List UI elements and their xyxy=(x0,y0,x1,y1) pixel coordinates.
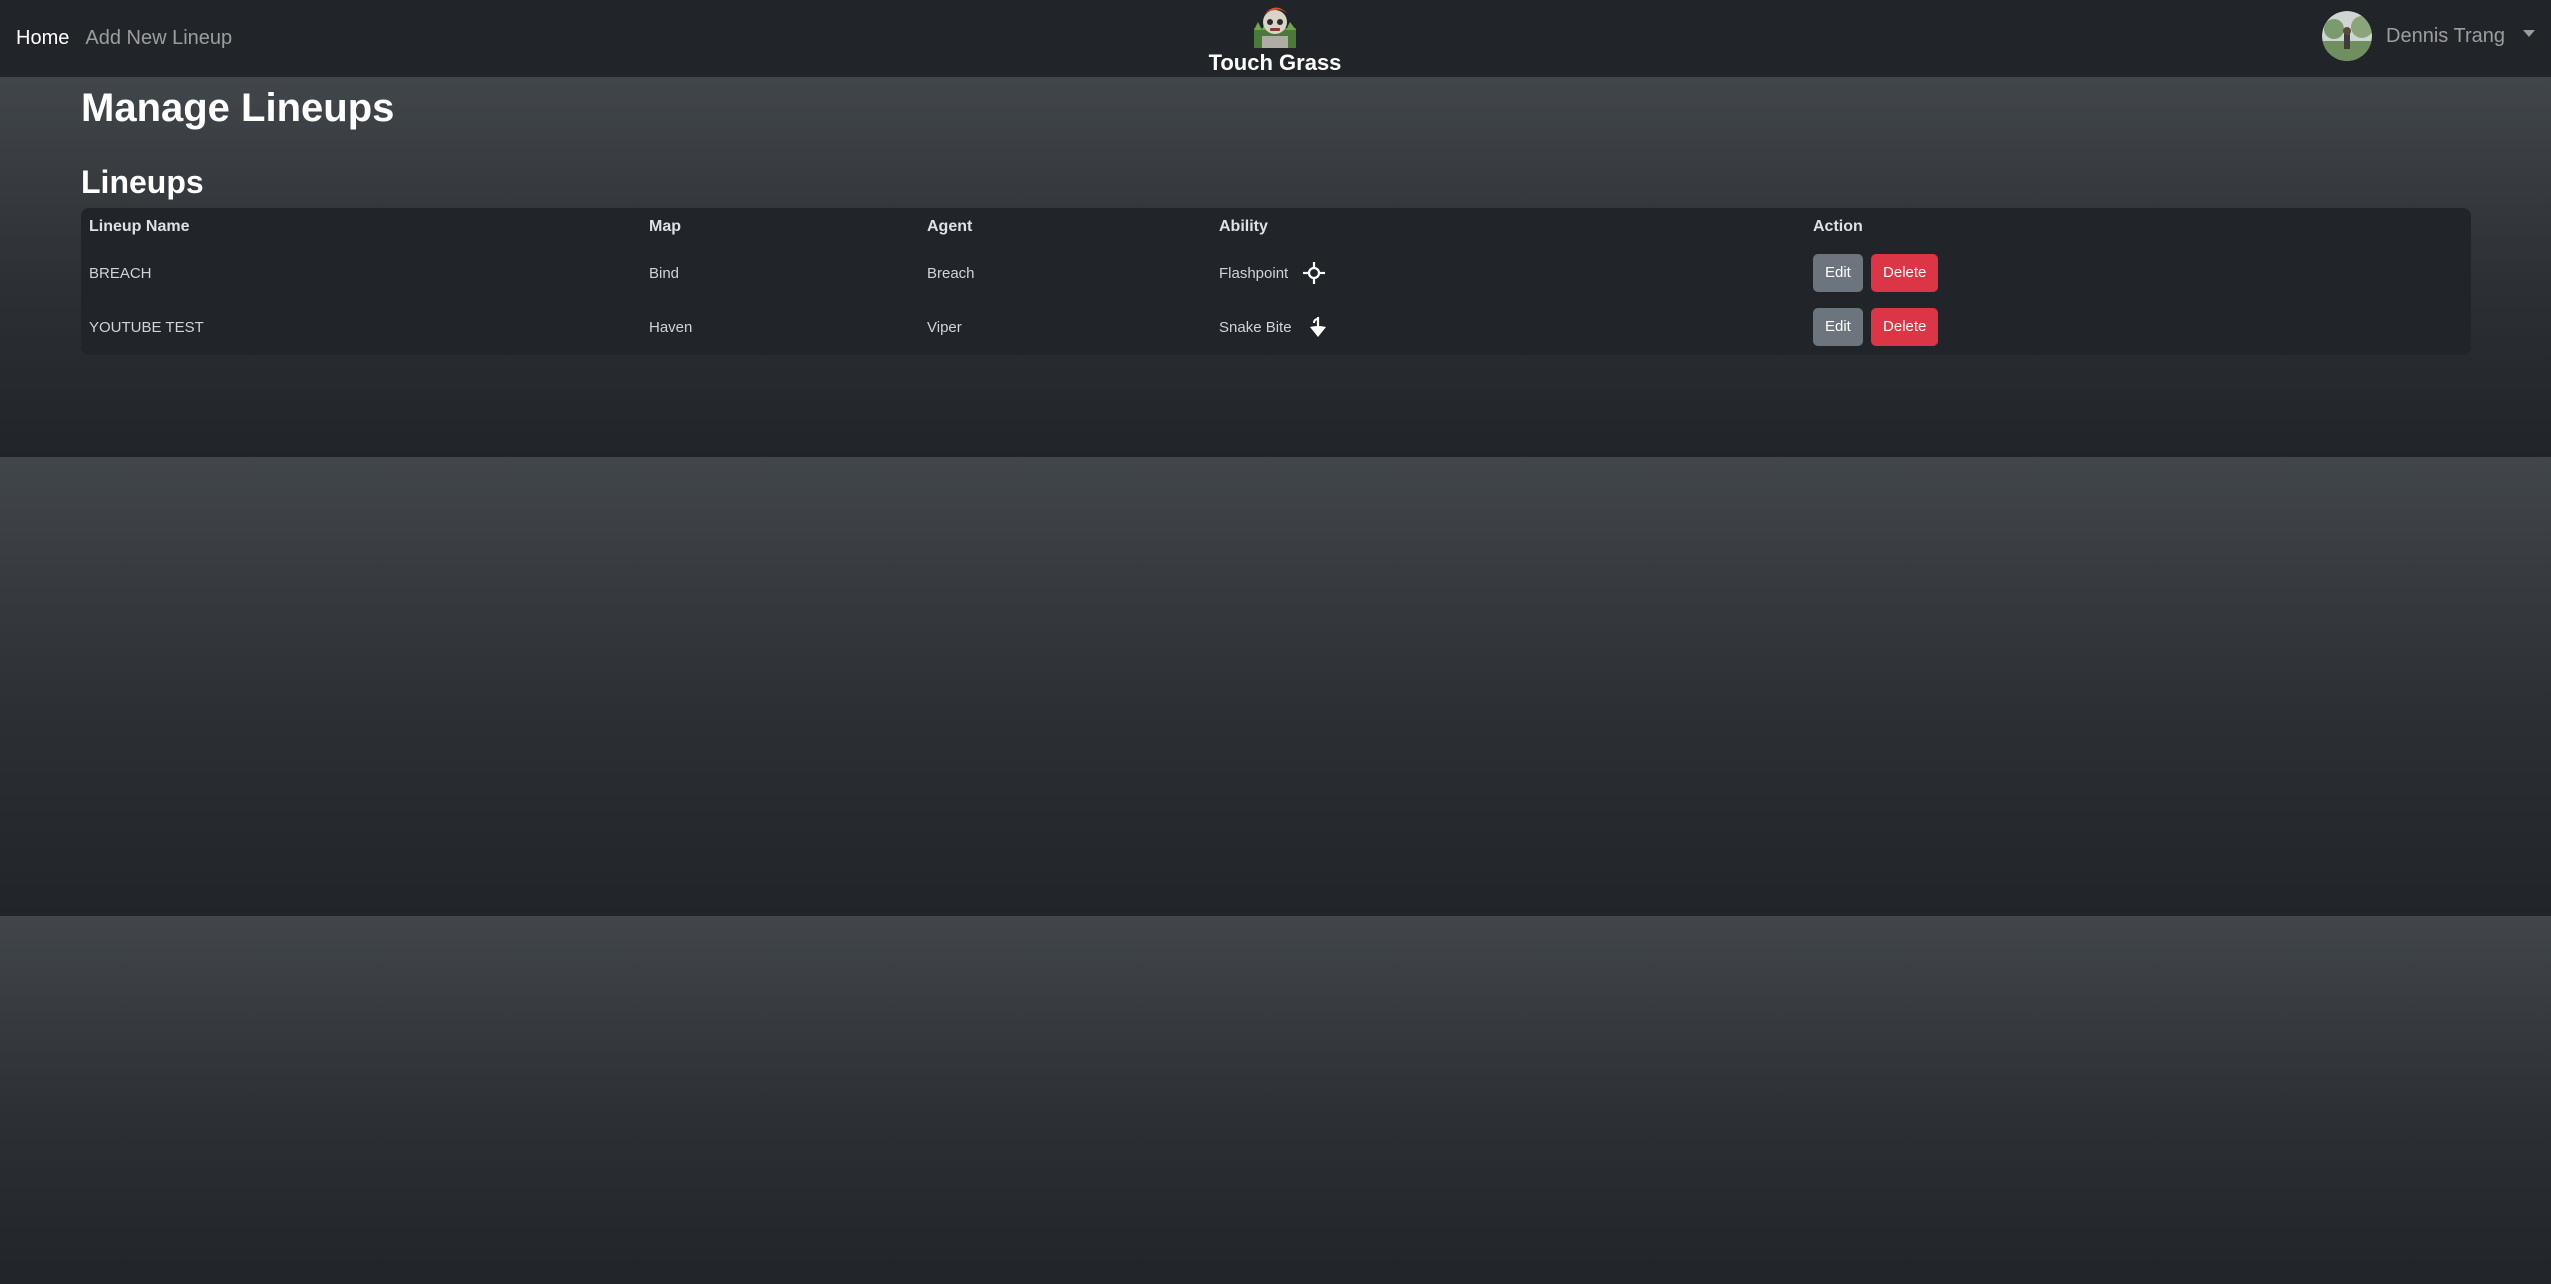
header-map: Map xyxy=(649,218,681,235)
header-lineup-name: Lineup Name xyxy=(89,218,190,235)
table-row: YOUTUBE TEST Haven Viper Snake Bite Edit xyxy=(81,300,2471,354)
cell-actions: Edit Delete xyxy=(1805,246,2471,300)
nav-links: Home Add New Lineup xyxy=(16,0,232,77)
lineups-table: Lineup Name Map Agent Ability Action BRE… xyxy=(81,208,2471,354)
section-title: Lineups xyxy=(81,164,204,200)
cell-actions: Edit Delete xyxy=(1805,300,2471,354)
cell-lineup-name: BREACH xyxy=(89,264,152,282)
cell-ability: Snake Bite xyxy=(1211,300,1805,354)
header-ability: Ability xyxy=(1219,218,1268,235)
top-navbar: Home Add New Lineup Touch Grass Dennis T… xyxy=(0,0,2551,77)
ability-name: Snake Bite xyxy=(1219,318,1292,336)
cell-map: Haven xyxy=(649,318,693,336)
cell-ability: Flashpoint xyxy=(1211,246,1805,300)
table-header-row: Lineup Name Map Agent Ability Action xyxy=(81,208,2471,246)
nav-add-lineup-link[interactable]: Add New Lineup xyxy=(85,27,232,50)
cell-agent: Viper xyxy=(927,318,962,336)
ability-name: Flashpoint xyxy=(1219,264,1289,282)
page-title: Manage Lineups xyxy=(81,86,395,130)
cell-agent: Breach xyxy=(927,264,975,282)
user-name: Dennis Trang xyxy=(2386,24,2505,47)
user-dropdown[interactable]: Dennis Trang xyxy=(2322,10,2535,62)
edit-button[interactable]: Edit xyxy=(1813,308,1863,346)
table-row: BREACH Bind Breach Flashpoint Edit Delet… xyxy=(81,246,2471,300)
caret-down-icon xyxy=(2523,29,2535,37)
header-action: Action xyxy=(1813,218,1863,235)
header-agent: Agent xyxy=(927,218,973,235)
delete-button[interactable]: Delete xyxy=(1871,254,1939,292)
grass-mascot-logo-icon xyxy=(1254,7,1296,48)
delete-button[interactable]: Delete xyxy=(1871,308,1939,346)
brand[interactable]: Touch Grass xyxy=(1180,0,1370,77)
cell-map: Bind xyxy=(649,264,680,282)
background-band xyxy=(0,916,2551,1284)
flashpoint-icon xyxy=(1303,262,1326,284)
background-band xyxy=(0,457,2551,916)
snake-bite-icon xyxy=(1309,317,1326,337)
brand-name: Touch Grass xyxy=(1208,50,1342,75)
edit-button[interactable]: Edit xyxy=(1813,254,1863,292)
nav-home-link[interactable]: Home xyxy=(16,27,69,50)
cell-lineup-name: YOUTUBE TEST xyxy=(89,318,204,336)
avatar xyxy=(2322,11,2373,61)
lineups-table-container: Lineup Name Map Agent Ability Action BRE… xyxy=(81,208,2471,355)
